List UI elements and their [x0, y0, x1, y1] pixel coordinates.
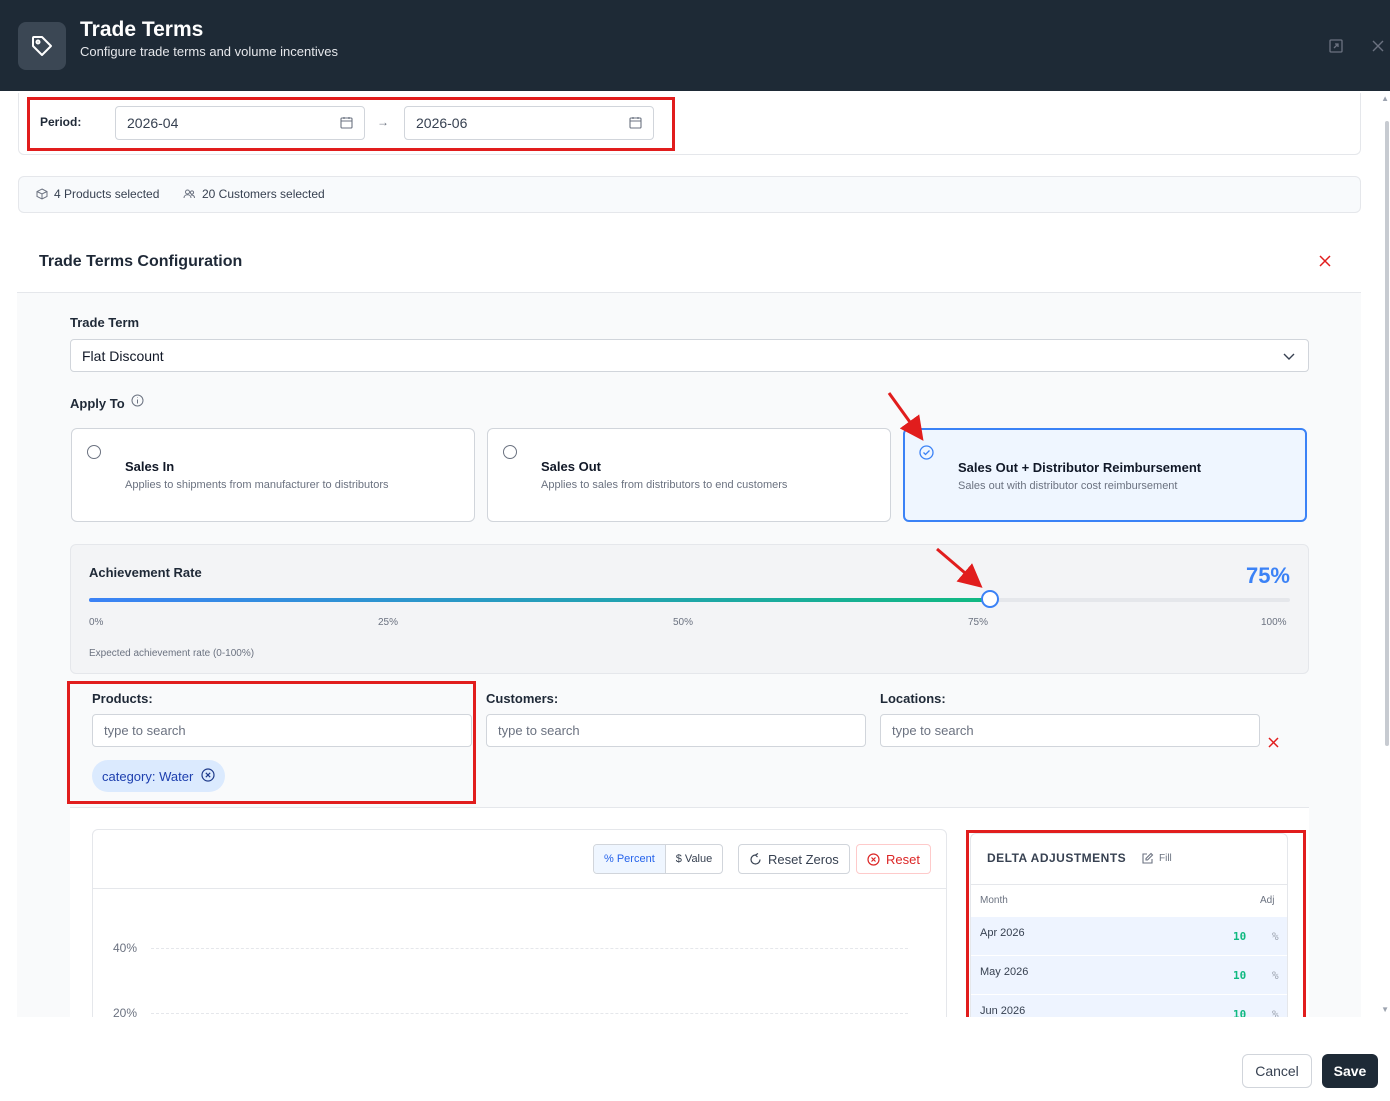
option-sales-in[interactable]: Sales In Applies to shipments from manuf… [71, 428, 475, 522]
tick-label: 25% [378, 617, 399, 628]
trade-term-label: Trade Term [70, 315, 140, 330]
slider-track[interactable] [89, 590, 1290, 608]
modal-body: Period: 2026-04 → 2026-06 4 Products sel… [0, 91, 1390, 1017]
scrollbar-thumb[interactable] [1385, 121, 1389, 746]
modal-subtitle: Configure trade terms and volume incenti… [80, 44, 338, 59]
expand-icon[interactable] [1328, 38, 1344, 54]
cancel-button[interactable]: Cancel [1242, 1054, 1312, 1088]
chart-divider [93, 888, 946, 889]
tick-label: 75% [968, 617, 989, 628]
annotation-box-period [27, 97, 675, 151]
reset-zeros-button[interactable]: Reset Zeros [738, 844, 850, 874]
scroll-down-icon[interactable]: ▼ [1381, 1005, 1389, 1014]
check-circle-icon[interactable] [919, 445, 934, 465]
value-toggle[interactable]: $ Value [666, 845, 722, 873]
option-sales-out[interactable]: Sales Out Applies to sales from distribu… [487, 428, 891, 522]
tick-label: 0% [89, 617, 104, 628]
modal-title: Trade Terms [80, 18, 204, 41]
scrollbar[interactable]: ▲ ▼ [1380, 91, 1390, 1017]
radio-button[interactable] [87, 445, 101, 459]
gridline [151, 948, 908, 949]
achievement-value: 75% [1245, 563, 1290, 588]
scroll-up-icon[interactable]: ▲ [1381, 94, 1389, 103]
modal-header: Trade Terms Configure trade terms and vo… [0, 0, 1390, 91]
customers-search-input[interactable]: type to search [486, 714, 866, 747]
tick-label: 100% [1261, 617, 1287, 628]
gridline [151, 1013, 908, 1014]
close-section-icon[interactable] [1319, 254, 1331, 272]
annotation-box-delta [966, 830, 1306, 1017]
customers-selected: 20 Customers selected [183, 187, 325, 201]
chart-card: % Percent $ Value Reset Zeros Reset 40% … [92, 829, 947, 1017]
clear-filters-icon[interactable] [1268, 735, 1279, 753]
apply-to-label: Apply To [70, 394, 144, 412]
trade-term-select[interactable]: Flat Discount [70, 339, 1309, 372]
achievement-hint: Expected achievement rate (0-100%) [89, 648, 255, 659]
section-title: Trade Terms Configuration [39, 253, 243, 270]
info-icon[interactable] [131, 394, 144, 412]
percent-toggle[interactable]: % Percent [594, 845, 666, 873]
slider-fill [89, 598, 990, 602]
tick-label: 50% [673, 617, 694, 628]
radio-button[interactable] [503, 445, 517, 459]
achievement-card: Achievement Rate 75% 0% 25% 50% 75% 100%… [70, 544, 1309, 674]
reset-button[interactable]: Reset [856, 844, 931, 874]
locations-search-input[interactable]: type to search [880, 714, 1260, 747]
save-button[interactable]: Save [1322, 1054, 1378, 1088]
tag-icon [18, 22, 66, 70]
value-mode-toggle[interactable]: % Percent $ Value [593, 844, 724, 874]
chevron-down-icon [1282, 349, 1296, 366]
y-tick-label: 20% [113, 1006, 138, 1017]
annotation-box-products [67, 681, 476, 804]
y-tick-label: 40% [113, 941, 138, 955]
achievement-label: Achievement Rate [89, 565, 202, 580]
customers-filter-label: Customers: [486, 691, 559, 706]
products-selected: 4 Products selected [36, 187, 159, 201]
selection-summary: 4 Products selected 20 Customers selecte… [18, 176, 1361, 213]
locations-filter-label: Locations: [880, 691, 946, 706]
close-icon[interactable] [1370, 38, 1386, 54]
option-sales-out-reimbursement[interactable]: Sales Out + Distributor Reimbursement Sa… [903, 428, 1307, 522]
slider-thumb[interactable] [980, 590, 999, 608]
